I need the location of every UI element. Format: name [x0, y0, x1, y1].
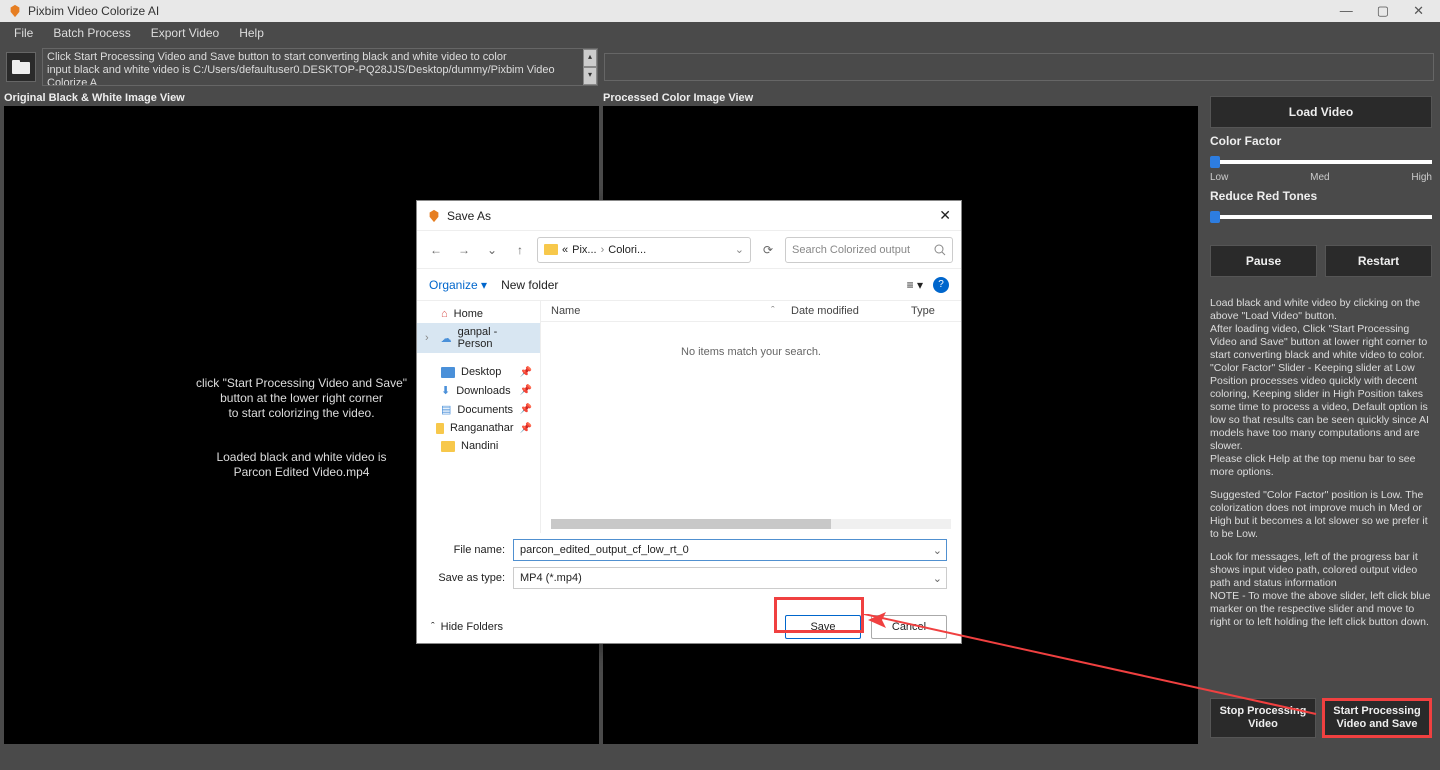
tick-low: Low: [1210, 172, 1228, 183]
hide-folders-button[interactable]: ˆ Hide Folders: [431, 621, 503, 633]
folder-icon: [441, 441, 455, 452]
dialog-title: Save As: [447, 209, 491, 223]
menu-help[interactable]: Help: [229, 24, 274, 42]
help-button[interactable]: ?: [933, 277, 949, 293]
tree-nandini[interactable]: Nandini: [417, 437, 540, 455]
tree-downloads[interactable]: ⬇Downloads📌: [417, 381, 540, 400]
maximize-button[interactable]: ▢: [1377, 3, 1389, 19]
chevron-up-icon: ˆ: [431, 621, 435, 633]
app-title: Pixbim Video Colorize AI: [28, 4, 159, 18]
cloud-icon: ☁: [441, 332, 452, 345]
crumb-2[interactable]: Colori...: [608, 244, 646, 256]
reduce-red-thumb[interactable]: [1210, 211, 1220, 223]
col-date[interactable]: Date modified: [791, 305, 911, 317]
empty-message: No items match your search.: [541, 322, 961, 519]
close-button[interactable]: ✕: [1413, 3, 1424, 19]
col-name[interactable]: Name: [551, 305, 771, 317]
help-text-1: Load black and white video by clicking o…: [1210, 297, 1432, 479]
folder-tree: ⌂Home ›☁ganpal - Person Desktop📌 ⬇Downlo…: [417, 301, 541, 533]
status-message-box: Click Start Processing Video and Save bu…: [42, 48, 598, 86]
open-file-button[interactable]: [6, 52, 36, 82]
home-icon: ⌂: [441, 308, 448, 320]
original-view-title: Original Black & White Image View: [4, 90, 599, 106]
processed-view-title: Processed Color Image View: [603, 90, 1198, 106]
stop-processing-button[interactable]: Stop Processing Video: [1210, 698, 1316, 738]
document-icon: ▤: [441, 403, 451, 416]
titlebar: Pixbim Video Colorize AI — ▢ ✕: [0, 0, 1440, 22]
tick-high: High: [1411, 172, 1432, 183]
nav-up-button[interactable]: ↑: [509, 239, 531, 261]
save-as-dialog: Save As ✕ ← → ⌄ ↑ « Pix... › Colori... ⌄…: [416, 200, 962, 644]
pin-icon: 📌: [520, 423, 532, 434]
desktop-icon: [441, 367, 455, 378]
menu-batch[interactable]: Batch Process: [43, 24, 140, 42]
horizontal-scrollbar[interactable]: [551, 519, 951, 529]
tree-personal[interactable]: ›☁ganpal - Person: [417, 323, 540, 353]
restart-button[interactable]: Restart: [1325, 245, 1432, 277]
help-text-2: Suggested "Color Factor" position is Low…: [1210, 489, 1432, 541]
tick-med: Med: [1310, 172, 1329, 183]
savetype-select[interactable]: MP4 (*.mp4)⌄: [513, 567, 947, 589]
pin-icon: 📌: [520, 367, 532, 378]
save-button[interactable]: Save: [785, 615, 861, 639]
folder-icon: [544, 244, 558, 255]
crumb-prefix: «: [562, 244, 568, 256]
pin-icon: 📌: [520, 404, 532, 415]
download-icon: ⬇: [441, 384, 450, 397]
tree-desktop[interactable]: Desktop📌: [417, 363, 540, 381]
file-list: Name ˆ Date modified Type No items match…: [541, 301, 961, 533]
menubar: File Batch Process Export Video Help: [0, 22, 1440, 44]
search-icon: [934, 244, 946, 256]
chevron-down-icon[interactable]: ⌄: [933, 544, 942, 557]
folder-icon: [12, 60, 30, 74]
refresh-button[interactable]: ⟳: [757, 239, 779, 261]
nav-back-button[interactable]: ←: [425, 239, 447, 261]
color-factor-label: Color Factor: [1210, 134, 1432, 148]
filename-label: File name:: [431, 544, 513, 556]
progress-input[interactable]: [604, 53, 1434, 81]
tree-home[interactable]: ⌂Home: [417, 305, 540, 323]
toolbar: Click Start Processing Video and Save bu…: [0, 44, 1440, 90]
search-input[interactable]: Search Colorized output: [785, 237, 953, 263]
tree-ranga[interactable]: Ranganathar📌: [417, 419, 540, 437]
pause-button[interactable]: Pause: [1210, 245, 1317, 277]
crumb-1[interactable]: Pix...: [572, 244, 596, 256]
nav-recent-button[interactable]: ⌄: [481, 239, 503, 261]
view-mode-button[interactable]: ≡ ▾: [907, 278, 923, 292]
savetype-label: Save as type:: [431, 572, 513, 584]
reduce-red-label: Reduce Red Tones: [1210, 189, 1432, 203]
load-video-button[interactable]: Load Video: [1210, 96, 1432, 128]
start-processing-button[interactable]: Start Processing Video and Save: [1322, 698, 1432, 738]
nav-forward-button[interactable]: →: [453, 239, 475, 261]
folder-icon: [436, 423, 444, 434]
color-factor-slider[interactable]: [1210, 160, 1432, 164]
col-type[interactable]: Type: [911, 305, 951, 317]
address-bar[interactable]: « Pix... › Colori... ⌄: [537, 237, 751, 263]
organize-menu[interactable]: Organize ▾: [429, 278, 487, 292]
dialog-close-button[interactable]: ✕: [939, 207, 951, 224]
menu-export[interactable]: Export Video: [141, 24, 230, 42]
status-line-1: Click Start Processing Video and Save bu…: [47, 51, 593, 64]
search-placeholder: Search Colorized output: [792, 244, 910, 256]
reduce-red-slider[interactable]: [1210, 215, 1432, 219]
color-factor-thumb[interactable]: [1210, 156, 1220, 168]
status-line-2: input black and white video is C:/Users/…: [47, 64, 593, 86]
chevron-down-icon[interactable]: ⌄: [933, 572, 942, 585]
minimize-button[interactable]: —: [1340, 3, 1353, 19]
help-text-3: Look for messages, left of the progress …: [1210, 551, 1432, 629]
sort-indicator-icon: ˆ: [771, 305, 791, 317]
dialog-icon: [427, 209, 441, 223]
filename-input[interactable]: parcon_edited_output_cf_low_rt_0⌄: [513, 539, 947, 561]
status-scroll[interactable]: ▴▾: [583, 49, 597, 85]
pin-icon: 📌: [520, 385, 532, 396]
menu-file[interactable]: File: [4, 24, 43, 42]
sidebar: Load Video Color Factor Low Med High Red…: [1202, 90, 1440, 744]
cancel-button[interactable]: Cancel: [871, 615, 947, 639]
new-folder-button[interactable]: New folder: [501, 278, 558, 292]
app-icon: [8, 4, 22, 18]
tree-documents[interactable]: ▤Documents📌: [417, 400, 540, 419]
